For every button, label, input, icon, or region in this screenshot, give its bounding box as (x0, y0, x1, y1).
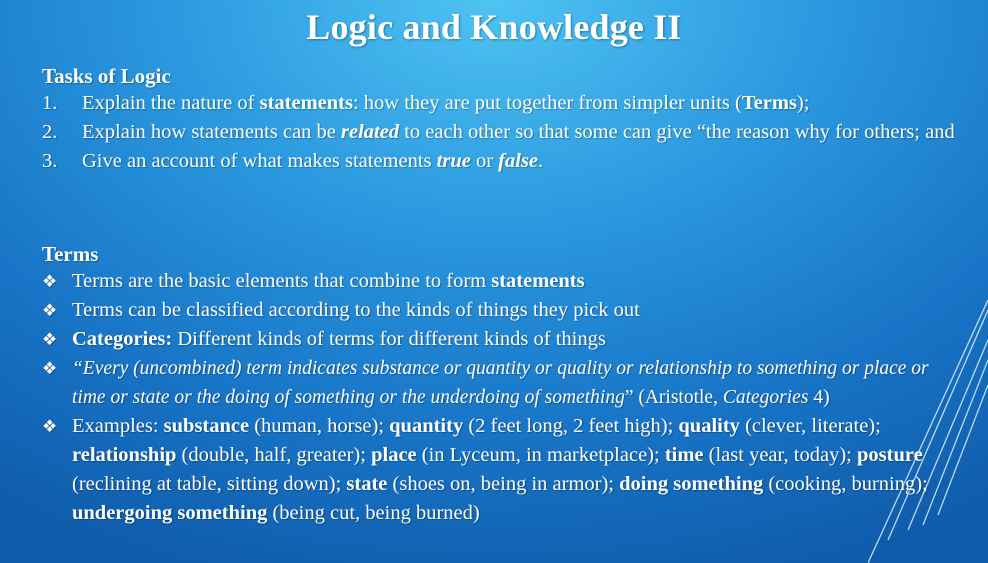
bullet-text: Terms can be classified according to the… (72, 299, 640, 321)
task-number: 1. (42, 92, 58, 114)
task-item-1: 1. Explain the nature of statements: how… (42, 89, 962, 118)
terms-bullet-4: ❖ “Every (uncombined) term indicates sub… (42, 354, 947, 412)
tasks-heading: Tasks of Logic (42, 64, 171, 88)
diamond-bullet-icon: ❖ (42, 330, 58, 349)
diamond-bullet-icon: ❖ (42, 301, 58, 320)
terms-heading: Terms (42, 242, 99, 266)
task-number: 3. (42, 150, 58, 172)
diamond-bullet-icon: ❖ (42, 417, 58, 436)
task-text: Give an account of what makes statements… (82, 150, 544, 172)
terms-bullet-1: ❖ Terms are the basic elements that comb… (42, 267, 947, 296)
terms-bullet-5: ❖ Examples: substance (human, horse); qu… (42, 412, 947, 528)
examples-text: Examples: substance (human, horse); quan… (72, 415, 928, 524)
slide-title: Logic and Knowledge II (306, 7, 682, 47)
terms-bullet-3: ❖ Categories: Different kinds of terms f… (42, 325, 947, 354)
terms-bullet-2: ❖ Terms can be classified according to t… (42, 296, 947, 325)
tasks-section: Tasks of Logic 1. Explain the nature of … (42, 64, 962, 176)
task-text: Explain the nature of statements: how th… (82, 92, 810, 114)
bullet-text: Terms are the basic elements that combin… (72, 270, 585, 292)
diamond-bullet-icon: ❖ (42, 272, 58, 291)
task-item-3: 3. Give an account of what makes stateme… (42, 147, 962, 176)
task-number: 2. (42, 121, 58, 143)
aristotle-quote: “Every (uncombined) term indicates subst… (72, 358, 929, 408)
bullet-text: Categories: Different kinds of terms for… (72, 328, 606, 350)
diamond-bullet-icon: ❖ (42, 359, 58, 378)
task-text: Explain how statements can be related to… (82, 121, 955, 143)
terms-section: Terms ❖ Terms are the basic elements tha… (42, 242, 947, 528)
task-item-2: 2. Explain how statements can be related… (42, 118, 962, 147)
